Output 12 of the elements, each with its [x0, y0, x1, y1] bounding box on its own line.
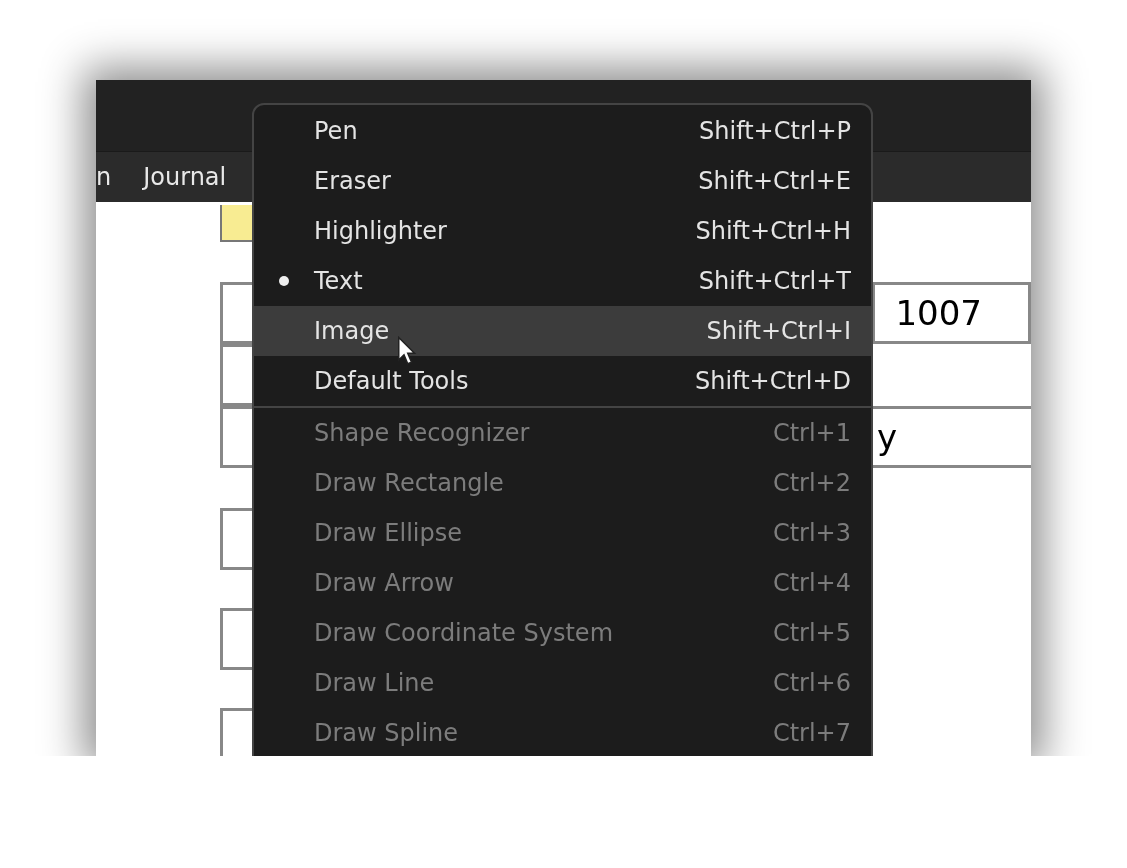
menu-item[interactable]: Journal [143, 159, 227, 195]
menu-item[interactable]: n [96, 159, 112, 195]
field-text: 1007 [895, 291, 982, 335]
menu-item[interactable]: Default Tools Shift+Ctrl+D [254, 356, 871, 406]
menu-item[interactable]: Pen Shift+Ctrl+P [254, 106, 871, 156]
menu-item[interactable]: Image Shift+Ctrl+I [254, 306, 871, 356]
menu-item[interactable]: Highlighter Shift+Ctrl+H [254, 206, 871, 256]
pointer-icon [397, 336, 417, 366]
input-field[interactable]: 1007 [872, 282, 1031, 344]
menu-item[interactable]: Text Shift+Ctrl+T [254, 256, 871, 306]
field-text: y [877, 415, 898, 459]
menu-item[interactable]: Eraser Shift+Ctrl+E [254, 156, 871, 206]
